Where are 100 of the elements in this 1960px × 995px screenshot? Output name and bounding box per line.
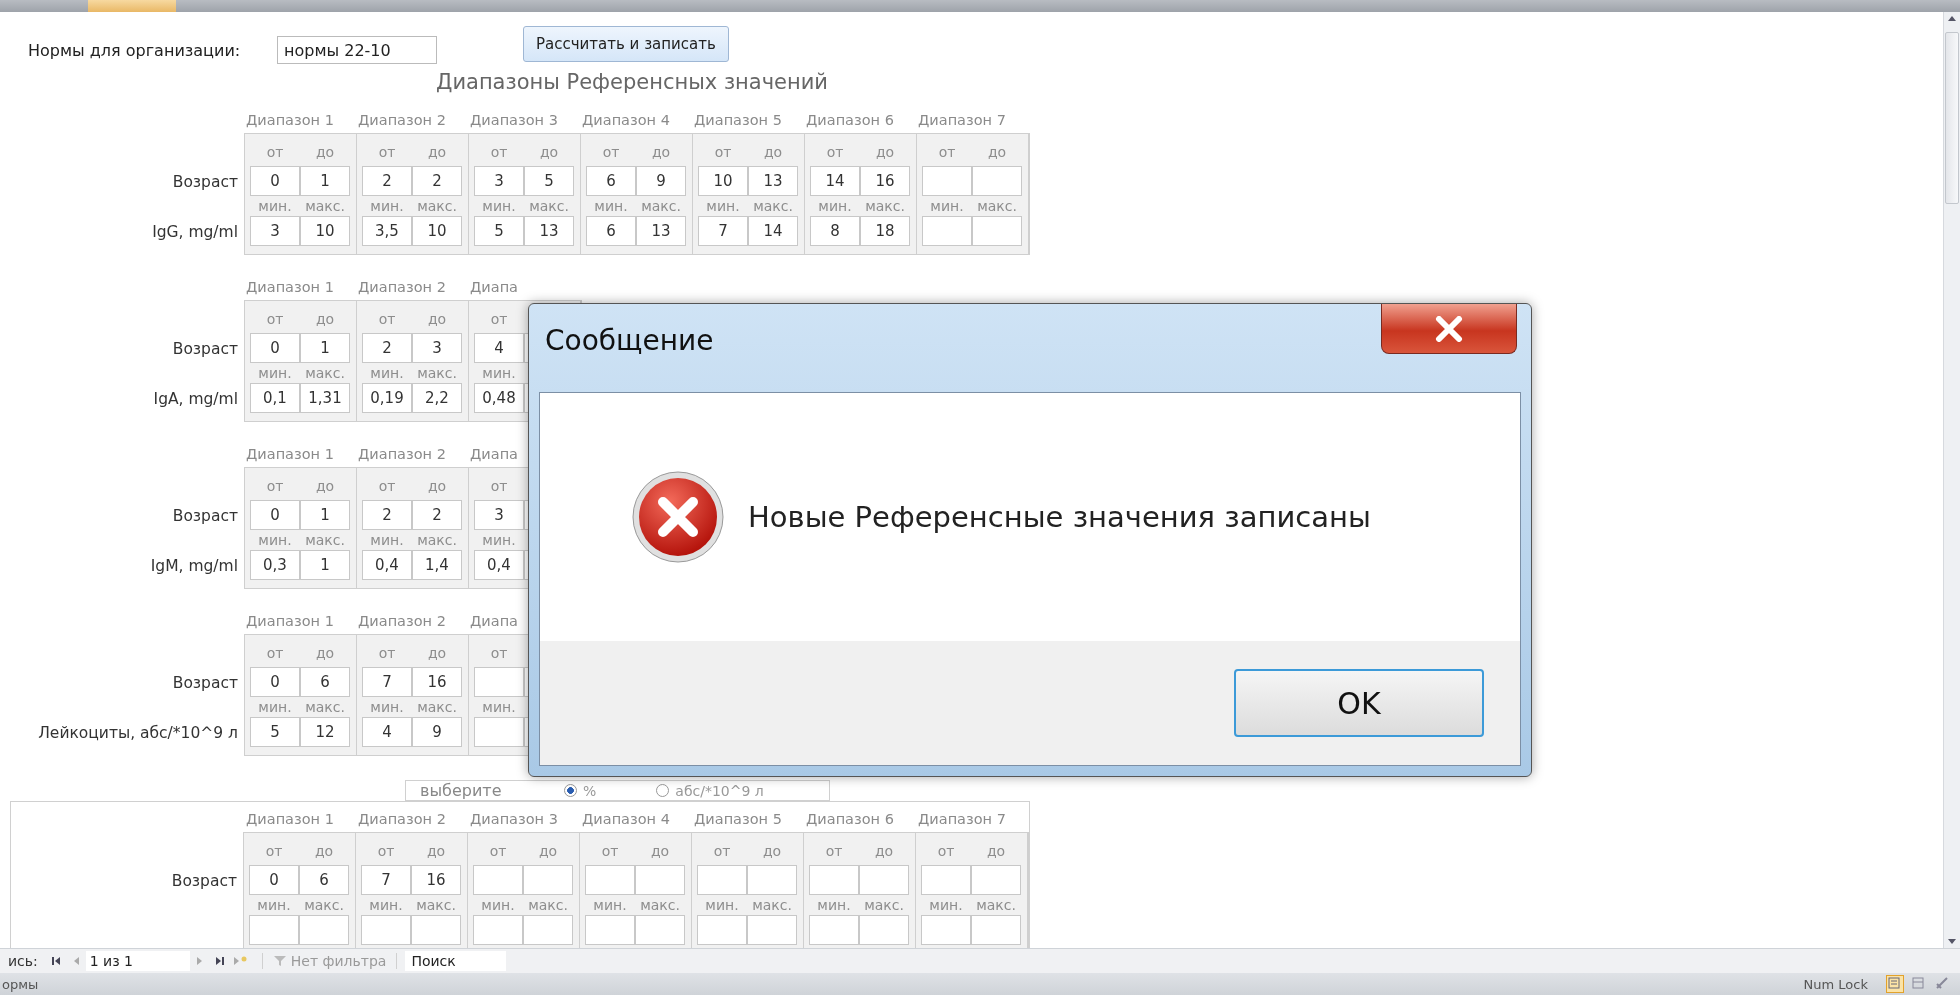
value-field[interactable]: 0 xyxy=(250,333,300,363)
column-label: от xyxy=(713,143,733,162)
value-field[interactable] xyxy=(809,915,859,945)
value-field[interactable]: 0 xyxy=(250,667,300,697)
value-field[interactable]: 2 xyxy=(362,333,412,363)
value-field[interactable] xyxy=(635,915,685,945)
value-field[interactable]: 0 xyxy=(249,865,299,895)
value-field[interactable]: 6 xyxy=(300,667,350,697)
value-field[interactable] xyxy=(473,865,523,895)
new-record-icon[interactable] xyxy=(232,954,247,968)
value-field[interactable]: 18 xyxy=(860,216,910,246)
value-field[interactable]: 4 xyxy=(474,333,524,363)
value-field[interactable] xyxy=(361,915,411,945)
value-field[interactable]: 6 xyxy=(586,166,636,196)
value-field[interactable]: 10 xyxy=(412,216,462,246)
ok-button[interactable]: OK xyxy=(1234,669,1484,737)
value-field[interactable]: 6 xyxy=(586,216,636,246)
value-field[interactable] xyxy=(971,915,1021,945)
value-field[interactable]: 3 xyxy=(474,166,524,196)
value-field[interactable]: 2 xyxy=(362,500,412,530)
value-field[interactable] xyxy=(585,865,635,895)
value-field[interactable]: 0,19 xyxy=(362,383,412,413)
value-field[interactable] xyxy=(474,667,524,697)
value-field[interactable]: 0 xyxy=(250,166,300,196)
value-field[interactable]: 4 xyxy=(362,717,412,747)
value-field[interactable]: 0,1 xyxy=(250,383,300,413)
value-field[interactable]: 13 xyxy=(748,166,798,196)
value-field[interactable]: 3,5 xyxy=(362,216,412,246)
vertical-scrollbar[interactable] xyxy=(1943,12,1960,948)
value-field[interactable]: 3 xyxy=(474,500,524,530)
value-field[interactable] xyxy=(972,216,1022,246)
value-field[interactable]: 9 xyxy=(412,717,462,747)
value-field[interactable] xyxy=(747,915,797,945)
value-field[interactable] xyxy=(299,915,349,945)
value-field[interactable] xyxy=(922,166,972,196)
value-field[interactable] xyxy=(971,865,1021,895)
norms-field[interactable]: нормы 22-10 xyxy=(277,36,437,64)
value-field[interactable] xyxy=(523,915,573,945)
value-field[interactable] xyxy=(922,216,972,246)
value-field[interactable]: 0,48 xyxy=(474,383,524,413)
value-field[interactable]: 1 xyxy=(300,550,350,580)
value-field[interactable]: 9 xyxy=(636,166,686,196)
value-field[interactable]: 3 xyxy=(412,333,462,363)
value-field[interactable]: 5 xyxy=(250,717,300,747)
value-field[interactable] xyxy=(697,865,747,895)
calculate-button[interactable]: Рассчитать и записать xyxy=(523,26,729,62)
value-field[interactable]: 13 xyxy=(524,216,574,246)
value-field[interactable]: 2,2 xyxy=(412,383,462,413)
value-field[interactable]: 16 xyxy=(860,166,910,196)
value-field[interactable]: 16 xyxy=(412,667,462,697)
value-field[interactable]: 1 xyxy=(300,333,350,363)
value-field[interactable] xyxy=(859,865,909,895)
value-field[interactable]: 6 xyxy=(299,865,349,895)
value-field[interactable]: 0,3 xyxy=(250,550,300,580)
value-field[interactable] xyxy=(585,915,635,945)
value-field[interactable] xyxy=(523,865,573,895)
value-field[interactable]: 1 xyxy=(300,500,350,530)
value-field[interactable]: 10 xyxy=(300,216,350,246)
value-field[interactable]: 10 xyxy=(698,166,748,196)
value-field[interactable]: 5 xyxy=(524,166,574,196)
value-field[interactable] xyxy=(249,915,299,945)
record-position-field[interactable]: 1 из 1 xyxy=(85,951,190,971)
scroll-thumb[interactable] xyxy=(1945,32,1959,204)
value-field[interactable]: 7 xyxy=(698,216,748,246)
value-field[interactable]: 2 xyxy=(362,166,412,196)
value-field[interactable]: 0 xyxy=(250,500,300,530)
value-field[interactable] xyxy=(411,915,461,945)
value-field[interactable] xyxy=(809,865,859,895)
value-field[interactable]: 7 xyxy=(362,667,412,697)
value-field[interactable]: 7 xyxy=(361,865,411,895)
value-field[interactable]: 5 xyxy=(474,216,524,246)
value-field[interactable]: 2 xyxy=(412,500,462,530)
value-field[interactable]: 0,4 xyxy=(474,550,524,580)
value-field[interactable]: 8 xyxy=(810,216,860,246)
value-field[interactable] xyxy=(473,915,523,945)
value-field[interactable]: 3 xyxy=(250,216,300,246)
document-tab[interactable] xyxy=(88,0,176,12)
value-field[interactable] xyxy=(635,865,685,895)
value-field[interactable] xyxy=(859,915,909,945)
value-field[interactable] xyxy=(474,717,524,747)
value-field[interactable]: 0,4 xyxy=(362,550,412,580)
value-field[interactable] xyxy=(747,865,797,895)
close-button[interactable] xyxy=(1381,304,1517,354)
value-field[interactable]: 1,31 xyxy=(300,383,350,413)
value-field[interactable]: 14 xyxy=(748,216,798,246)
value-field[interactable]: 13 xyxy=(636,216,686,246)
value-field[interactable]: 1,4 xyxy=(412,550,462,580)
value-field[interactable]: 14 xyxy=(810,166,860,196)
value-field[interactable] xyxy=(697,915,747,945)
value-field[interactable] xyxy=(972,166,1022,196)
search-field[interactable]: Поиск xyxy=(405,951,507,971)
value-field[interactable]: 12 xyxy=(300,717,350,747)
value-field[interactable]: 16 xyxy=(411,865,461,895)
value-field[interactable] xyxy=(921,915,971,945)
form-view-icon[interactable] xyxy=(1886,975,1904,993)
column-label: до xyxy=(425,842,447,861)
value-field[interactable]: 2 xyxy=(412,166,462,196)
column-label: от xyxy=(265,477,285,496)
value-field[interactable] xyxy=(921,865,971,895)
value-field[interactable]: 1 xyxy=(300,166,350,196)
